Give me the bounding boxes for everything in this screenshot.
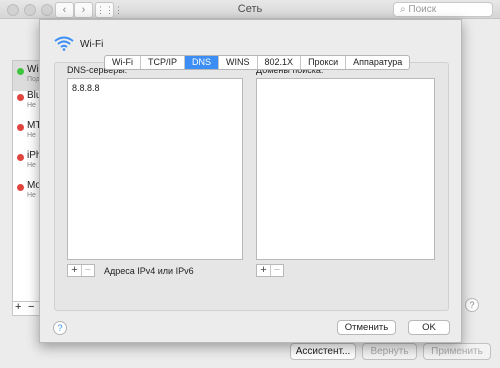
settings-tabbar: Wi-Fi TCP/IP DNS WINS 802.1X Прокси Аппаратура <box>104 55 411 70</box>
service-status: Под <box>27 76 40 83</box>
search-placeholder: Поиск <box>408 4 437 15</box>
tab-1[interactable]: TCP/IP <box>141 56 186 69</box>
assistant-button[interactable]: Ассистент... <box>290 343 356 360</box>
advanced-settings-sheet: Wi-Fi Wi-Fi TCP/IP DNS WINS 802.1X Прокси Аппа… <box>39 19 462 343</box>
tab-4[interactable]: 802.1X <box>258 56 302 69</box>
service-status: Не <box>27 132 36 139</box>
tab-6[interactable]: Аппаратура <box>346 56 409 69</box>
add-service-button[interactable]: + <box>15 301 21 313</box>
status-dot-icon <box>17 184 24 191</box>
status-dot-icon <box>17 154 24 161</box>
remove-service-button[interactable]: − <box>28 301 34 313</box>
tab-0[interactable]: Wi-Fi <box>105 56 141 69</box>
service-item[interactable]: iPhНе <box>13 147 39 177</box>
service-list-buttons: + − <box>12 301 40 316</box>
ok-button[interactable]: OK <box>408 320 450 335</box>
add-dns-button[interactable]: + <box>68 265 81 276</box>
service-item[interactable]: Mo Не <box>13 177 39 207</box>
dns-hint: Адреса IPv4 или IPv6 <box>104 266 194 276</box>
search-icon: ⌕ <box>400 4 406 15</box>
dns-add-remove: + − <box>67 264 95 277</box>
status-dot-icon <box>17 94 24 101</box>
add-domain-button[interactable]: + <box>257 265 270 276</box>
tab-2[interactable]: DNS <box>185 56 220 69</box>
service-item[interactable]: MTНе <box>13 117 39 147</box>
status-dot-icon <box>17 68 24 75</box>
service-item[interactable]: BlueНе <box>13 87 39 117</box>
service-status: Не <box>27 192 36 199</box>
sheet-help-button[interactable]: ? <box>53 321 67 335</box>
service-status: Не <box>27 162 36 169</box>
cancel-button[interactable]: Отменить <box>337 320 396 335</box>
search-input[interactable]: ⌕ Поиск <box>393 2 493 17</box>
domains-add-remove: + − <box>256 264 284 277</box>
title-bar: ‹ › ⋮⋮⋮ Сеть ⌕ Поиск <box>0 0 500 19</box>
tab-3[interactable]: WINS <box>219 56 258 69</box>
service-list[interactable]: Wi-FiПодBlueНеMTНеiPhНеMoНе <box>12 60 40 302</box>
wifi-icon <box>54 36 74 51</box>
status-dot-icon <box>17 124 24 131</box>
apply-button[interactable]: Применить <box>423 343 491 360</box>
revert-button[interactable]: Вернуть <box>362 343 417 360</box>
help-icon[interactable]: ? <box>465 298 479 312</box>
dns-servers-list[interactable]: 8.8.8.8 <box>67 78 243 260</box>
search-domains-list[interactable] <box>256 78 435 260</box>
remove-domain-button[interactable]: − <box>270 265 283 276</box>
remove-dns-button[interactable]: − <box>81 265 94 276</box>
service-status: Не <box>27 102 36 109</box>
tab-5[interactable]: Прокси <box>301 56 347 69</box>
interface-title: Wi-Fi <box>80 39 104 50</box>
dns-server-entry[interactable]: 8.8.8.8 <box>72 83 100 93</box>
